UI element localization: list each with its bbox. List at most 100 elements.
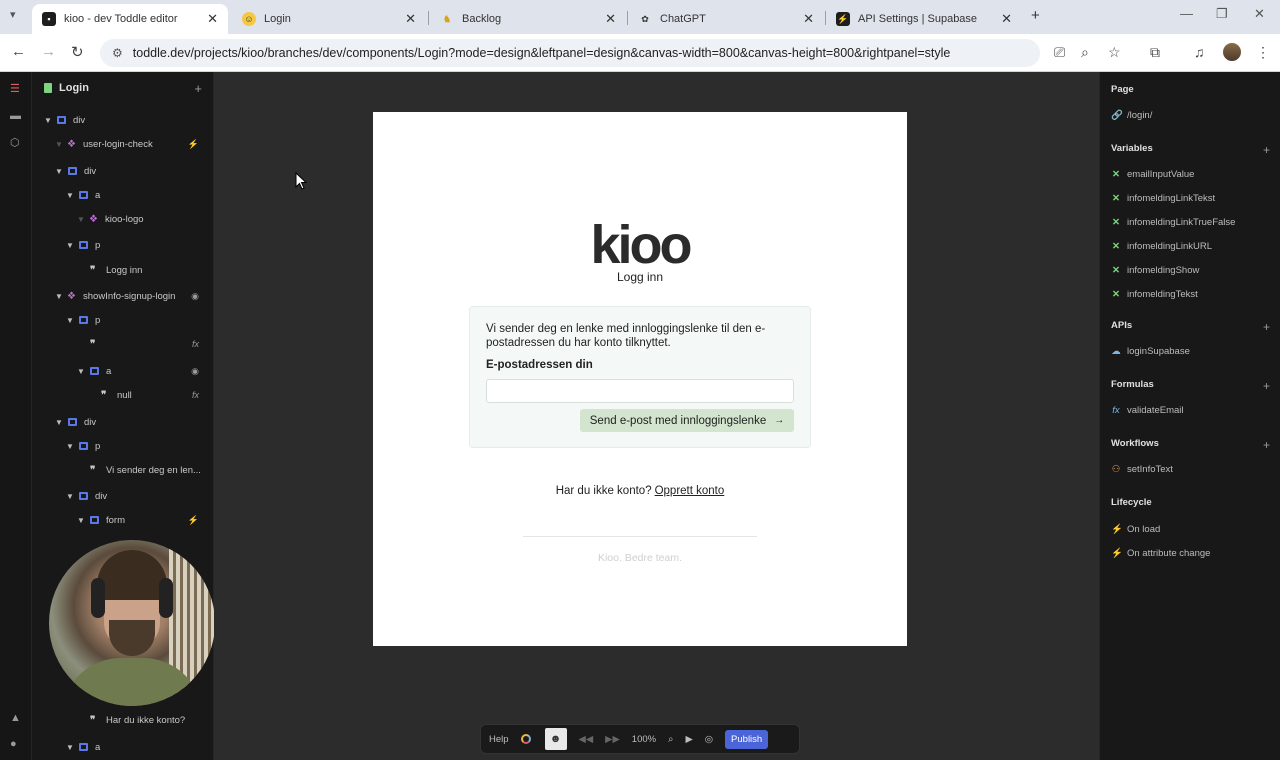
close-icon[interactable]: ✕	[405, 11, 416, 27]
warning-icon[interactable]: ▲	[10, 712, 21, 724]
forward-arrow-icon[interactable]: →	[41, 43, 56, 60]
api-item[interactable]: ☁ loginSupabase	[1111, 346, 1190, 357]
tree-node[interactable]: ❞ Vi sender deg en len...	[88, 462, 201, 478]
create-account-link[interactable]: Opprett konto	[655, 485, 725, 497]
close-icon[interactable]: ✕	[803, 11, 814, 27]
lifecycle-item[interactable]: ⚡ On attribute change	[1111, 548, 1210, 559]
tree-node[interactable]: ▼ div	[66, 488, 107, 504]
tree-node[interactable]: ▼ a	[66, 187, 100, 203]
zoom-level[interactable]: 100%	[632, 734, 656, 745]
caret-down-icon[interactable]: ▼	[55, 140, 65, 149]
media-controls-icon[interactable]: ♫	[1194, 44, 1205, 60]
tab-backlog[interactable]: ♞ Backlog ✕	[430, 4, 626, 34]
tree-node[interactable]: ▼ ❖ user-login-check ⚡	[55, 136, 211, 152]
tree-node[interactable]: ▼ a	[66, 739, 100, 755]
reload-icon[interactable]: ↻	[71, 43, 84, 61]
tree-node[interactable]: ▼ p	[66, 438, 100, 454]
site-settings-icon[interactable]: ⚙	[112, 46, 123, 60]
help-circle-icon[interactable]: ●	[10, 738, 17, 750]
window-close-icon[interactable]: ✕	[1254, 6, 1265, 22]
email-input[interactable]	[486, 379, 794, 403]
caret-down-icon[interactable]: ▼	[66, 316, 76, 325]
install-app-icon[interactable]: ⎚	[1054, 44, 1065, 61]
app-rail: ☰ ▬ ⬡ ▲ ●	[0, 72, 32, 760]
formula-item[interactable]: fx validateEmail	[1111, 405, 1183, 416]
new-tab-plus-icon[interactable]: +	[1031, 7, 1040, 24]
profile-avatar[interactable]	[1223, 43, 1241, 61]
tab-chatgpt[interactable]: ✿ ChatGPT ✕	[628, 4, 824, 34]
caret-down-icon[interactable]: ▼	[66, 191, 76, 200]
tree-node[interactable]: ▼ ❖ showInfo-signup-login ◉	[55, 288, 211, 304]
eye-icon[interactable]: ◉	[191, 366, 199, 377]
lifecycle-item[interactable]: ⚡ On load	[1111, 524, 1160, 535]
tree-node[interactable]: ▼ ❖ kioo-logo	[77, 211, 144, 227]
caret-down-icon[interactable]: ▼	[66, 442, 76, 451]
browser-menu-icon[interactable]: ⋮	[1256, 44, 1270, 61]
undo-icon[interactable]: ◀◀	[579, 734, 594, 745]
zoom-icon[interactable]: ⌕	[668, 734, 673, 745]
zoom-icon[interactable]: ⌕	[1081, 44, 1089, 61]
add-plus-icon[interactable]: +	[194, 81, 202, 96]
close-icon[interactable]: ✕	[605, 11, 616, 27]
variable-item[interactable]: ✕ infomeldingLinkURL	[1111, 241, 1212, 252]
tree-node[interactable]: ▼ a ◉	[77, 363, 211, 379]
kioo-logo[interactable]: kioo	[373, 214, 907, 276]
caret-down-icon[interactable]: ▼	[55, 167, 65, 176]
caret-down-icon[interactable]: ▼	[77, 215, 87, 224]
tree-node[interactable]: ▼ div	[55, 414, 96, 430]
caret-down-icon[interactable]: ▼	[77, 367, 87, 376]
tab-search-chevron-icon[interactable]: ▾	[10, 8, 16, 21]
tree-node[interactable]: ▼ div	[55, 163, 96, 179]
send-email-button[interactable]: Send e-post med innloggingslenke →	[580, 409, 794, 432]
eye-icon[interactable]: ◉	[191, 291, 199, 302]
publish-button[interactable]: Publish	[725, 729, 769, 749]
tree-node[interactable]: ❞ fx	[88, 336, 211, 352]
url-field[interactable]: ⚙ toddle.dev/projects/kioo/branches/dev/…	[100, 39, 1040, 67]
tree-node[interactable]: ▼ p	[66, 312, 100, 328]
user-avatar[interactable]: ☻	[544, 728, 567, 750]
variable-item[interactable]: ✕ infomeldingShow	[1111, 265, 1199, 276]
variable-item[interactable]: ✕ emailInputValue	[1111, 169, 1194, 180]
variable-item[interactable]: ✕ infomeldingLinkTekst	[1111, 193, 1215, 204]
toddle-logo-icon[interactable]: ☰	[10, 82, 20, 95]
variable-item[interactable]: ✕ infomeldingLinkTrueFalse	[1111, 217, 1235, 228]
add-variable-icon[interactable]: +	[1263, 143, 1270, 157]
caret-down-icon[interactable]: ▼	[55, 292, 65, 301]
caret-down-icon[interactable]: ▼	[55, 418, 65, 427]
minimize-icon[interactable]: —	[1180, 6, 1193, 21]
bookmark-star-icon[interactable]: ☆	[1108, 44, 1121, 61]
play-icon[interactable]: ▶	[685, 734, 692, 745]
variable-item[interactable]: ✕ infomeldingTekst	[1111, 289, 1198, 300]
add-formula-icon[interactable]: +	[1263, 379, 1270, 393]
restore-icon[interactable]: ❐	[1216, 6, 1228, 22]
caret-down-icon[interactable]: ▼	[77, 516, 87, 525]
caret-down-icon[interactable]: ▼	[66, 241, 76, 250]
close-icon[interactable]: ✕	[1001, 11, 1012, 27]
element-icon	[79, 316, 88, 324]
tree-node[interactable]: ▼ p	[66, 237, 100, 253]
caret-down-icon[interactable]: ▼	[66, 743, 76, 752]
package-icon[interactable]: ⬡	[10, 136, 20, 149]
tab-login[interactable]: ☺ Login ✕	[232, 4, 426, 34]
back-arrow-icon[interactable]: ←	[11, 43, 26, 60]
tree-node[interactable]: ❞ Logg inn	[88, 262, 142, 278]
tree-node[interactable]: ❞ null fx	[99, 387, 211, 403]
tab-toddle-editor[interactable]: ▪ kioo - dev Toddle editor ✕	[32, 4, 228, 34]
tree-node[interactable]: ▼ form ⚡	[77, 512, 211, 528]
page-path[interactable]: 🔗/login/	[1111, 110, 1152, 121]
folder-icon[interactable]: ▬	[10, 110, 21, 122]
caret-down-icon[interactable]: ▼	[66, 492, 76, 501]
redo-icon[interactable]: ▶▶	[605, 734, 620, 745]
add-api-icon[interactable]: +	[1263, 320, 1270, 334]
tree-node[interactable]: ❞ Har du ikke konto?	[88, 712, 185, 728]
tree-node[interactable]: ▼ div	[44, 112, 85, 128]
help-button[interactable]: Help	[489, 734, 509, 745]
caret-down-icon[interactable]: ▼	[44, 116, 54, 125]
settings-circle-icon[interactable]: ◎	[705, 734, 713, 745]
extensions-icon[interactable]: ⧉	[1150, 44, 1160, 61]
workflow-item[interactable]: ⚇ setInfoText	[1111, 464, 1173, 475]
artboard[interactable]: kioo Logg inn Vi sender deg en lenke med…	[373, 112, 907, 646]
close-icon[interactable]: ✕	[207, 11, 218, 27]
add-workflow-icon[interactable]: +	[1263, 438, 1270, 452]
tab-supabase[interactable]: ⚡ API Settings | Supabase ✕	[826, 4, 1022, 34]
